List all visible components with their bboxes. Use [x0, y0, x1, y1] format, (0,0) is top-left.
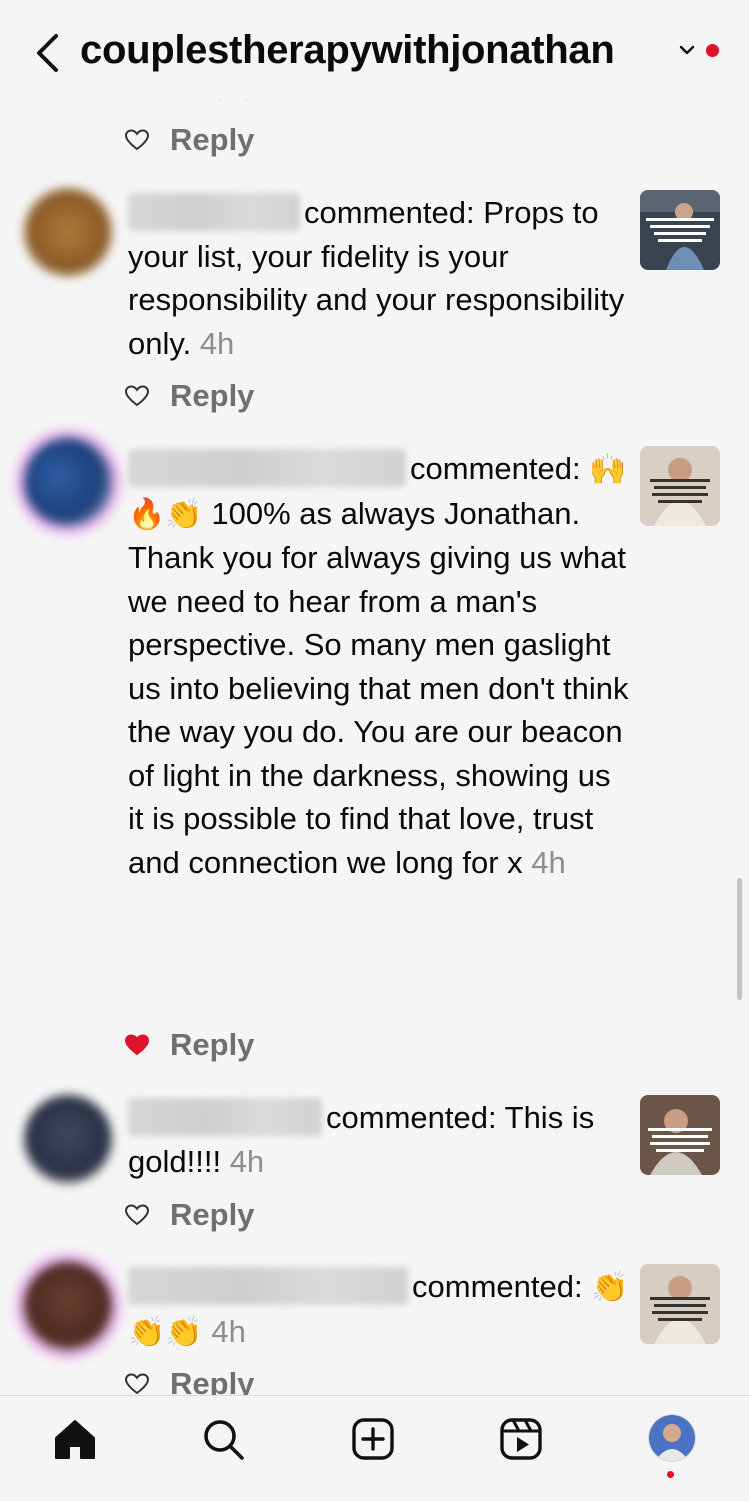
scrollbar[interactable] — [737, 878, 742, 1000]
avatar[interactable] — [24, 1262, 112, 1350]
comment-text: commented: Props to your list, your fide… — [128, 193, 625, 361]
page-title[interactable]: couplestherapywithjonathan — [80, 28, 615, 73]
comment-text: commented: 🙌🔥👏 100% as always Jonathan. … — [128, 449, 629, 880]
heart-outline-icon[interactable] — [124, 384, 150, 408]
reply-label: Reply — [170, 1197, 255, 1232]
search-icon[interactable] — [200, 1416, 246, 1462]
profile-avatar[interactable] — [648, 1414, 696, 1462]
reply-label: Reply — [170, 122, 255, 157]
reply-button[interactable]: Reply — [124, 1025, 254, 1065]
avatar[interactable] — [24, 438, 112, 526]
comment-text: commented: 👏👏👏 4h — [128, 1267, 629, 1349]
post-thumbnail[interactable] — [640, 1095, 720, 1175]
header: couplestherapywithjonathan — [0, 0, 749, 100]
blurred-username[interactable] — [128, 449, 406, 487]
reply-label: Reply — [170, 1027, 255, 1062]
reply-button[interactable]: Reply — [124, 376, 254, 416]
chevron-left-icon[interactable] — [30, 30, 66, 76]
create-icon[interactable] — [350, 1416, 396, 1462]
avatar[interactable] — [24, 188, 112, 276]
chevron-down-icon[interactable] — [679, 44, 695, 56]
reply-button[interactable]: Reply — [124, 120, 254, 160]
reply-button[interactable]: Reply — [124, 1195, 254, 1235]
heart-filled-icon[interactable] — [124, 1033, 150, 1057]
notification-dot — [667, 1471, 674, 1478]
post-thumbnail[interactable] — [640, 190, 720, 270]
post-thumbnail[interactable] — [640, 446, 720, 526]
post-thumbnail[interactable] — [640, 1264, 720, 1344]
heart-outline-icon[interactable] — [124, 1203, 150, 1227]
blurred-username[interactable] — [128, 1098, 322, 1136]
home-icon[interactable] — [52, 1416, 98, 1462]
blurred-username[interactable] — [128, 193, 300, 231]
comment-text: commented: This is gold!!!! 4h — [128, 1098, 595, 1179]
reply-label: Reply — [170, 378, 255, 413]
bottom-tab-bar — [0, 1395, 749, 1501]
reels-icon[interactable] — [498, 1416, 544, 1462]
notification-dot — [706, 44, 719, 57]
avatar[interactable] — [24, 1095, 112, 1183]
heart-outline-icon[interactable] — [124, 128, 150, 152]
heart-outline-icon[interactable] — [124, 1372, 150, 1396]
blurred-username[interactable] — [128, 1267, 408, 1305]
